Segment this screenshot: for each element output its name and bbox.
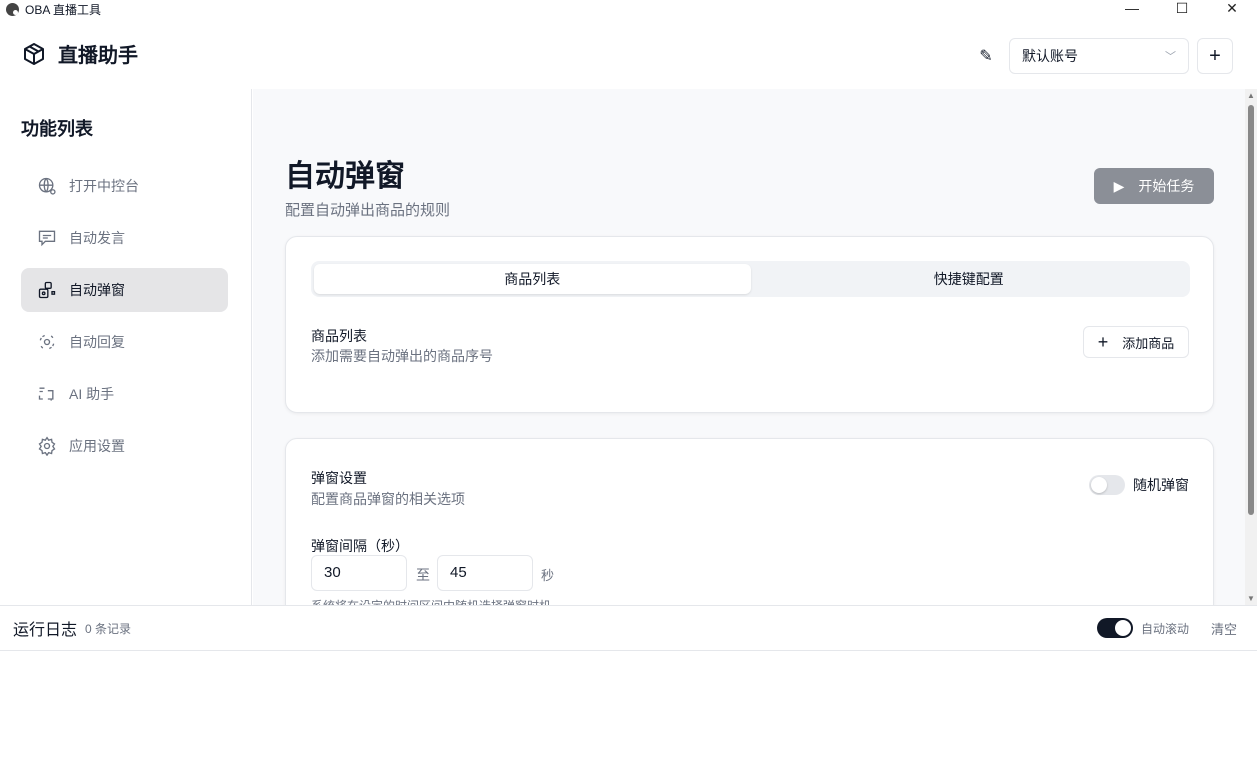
popup-settings-card: 弹窗设置 配置商品弹窗的相关选项 随机弹窗 弹窗间隔（秒） 30 至 45 秒 … (285, 438, 1214, 605)
app-header: 直播助手 ✎ 默认账号 ﹀ + (0, 18, 1257, 89)
log-title: 运行日志 (13, 622, 78, 639)
sidebar-item-label: 应用设置 (69, 438, 125, 454)
close-button[interactable]: ✕ (1207, 0, 1257, 16)
tab-shortcut-config[interactable]: 快捷键配置 (751, 264, 1188, 294)
sidebar-item-auto-reply[interactable]: 自动回复 (21, 320, 228, 364)
settings-title: 弹窗设置 (311, 470, 367, 486)
settings-desc: 配置商品弹窗的相关选项 (311, 491, 465, 507)
tab-bar: 商品列表 快捷键配置 (311, 261, 1190, 297)
add-product-label: 添加商品 (1122, 335, 1175, 351)
maximize-button[interactable]: ☐ (1157, 0, 1207, 16)
account-value: 默认账号 (1022, 48, 1078, 64)
popup-icon (38, 281, 56, 299)
tab-product-list[interactable]: 商品列表 (314, 264, 751, 294)
auto-scroll-toggle[interactable] (1096, 618, 1133, 638)
sidebar-item-console[interactable]: 打开中控台 (21, 164, 228, 208)
start-task-button[interactable]: ▶ 开始任务 (1094, 168, 1214, 204)
sidebar-item-auto-speak[interactable]: 自动发言 (21, 216, 228, 260)
title-bar: OBA 直播工具 — ☐ ✕ (0, 0, 1257, 18)
product-list-title: 商品列表 (311, 328, 367, 344)
sidebar: 功能列表 打开中控台 自动发言 自动弹窗 自动回复 AI 助手 应用设置 (0, 89, 252, 605)
play-icon: ▶ (1113, 177, 1125, 194)
add-product-button[interactable]: + 添加商品 (1083, 326, 1189, 358)
product-list-desc: 添加需要自动弹出的商品序号 (311, 348, 493, 364)
brand-title: 直播助手 (58, 45, 138, 67)
account-select[interactable]: 默认账号 ﹀ (1009, 38, 1189, 74)
log-panel-header: 运行日志 0 条记录 自动滚动 清空 (0, 605, 1257, 651)
sidebar-item-label: AI 助手 (69, 386, 115, 402)
add-account-button[interactable]: + (1197, 38, 1233, 74)
random-popup-label: 随机弹窗 (1133, 477, 1189, 493)
sidebar-item-auto-popup[interactable]: 自动弹窗 (21, 268, 228, 312)
plus-icon: + (1097, 331, 1109, 352)
interval-max-input[interactable]: 45 (437, 555, 533, 591)
sidebar-item-label: 自动回复 (69, 334, 125, 350)
main-content: 自动弹窗 配置自动弹出商品的规则 ▶ 开始任务 商品列表 快捷键配置 商品列表 … (253, 89, 1245, 605)
page-subtitle: 配置自动弹出商品的规则 (285, 202, 451, 219)
edit-account-icon[interactable]: ✎ (971, 46, 1001, 66)
minimize-button[interactable]: — (1107, 0, 1157, 16)
message-icon (38, 230, 56, 247)
gear-icon (38, 436, 56, 456)
sidebar-title: 功能列表 (21, 119, 93, 139)
main-scrollbar[interactable]: ▲ ▼ (1245, 89, 1257, 605)
sidebar-item-settings[interactable]: 应用设置 (21, 424, 228, 468)
sidebar-item-label: 自动发言 (69, 230, 125, 246)
sidebar-item-label: 打开中控台 (69, 178, 139, 194)
interval-hint: 系统将在设定的时间区间内随机选择弹窗时机 (311, 597, 551, 605)
auto-scroll-label: 自动滚动 (1140, 621, 1189, 636)
globe-icon (38, 177, 56, 195)
chevron-down-icon: ﹀ (1165, 51, 1176, 63)
package-icon (24, 42, 44, 65)
start-task-label: 开始任务 (1138, 178, 1195, 194)
to-label: 至 (416, 567, 430, 583)
interval-min-input[interactable]: 30 (311, 555, 407, 591)
log-count: 0 条记录 (85, 621, 132, 636)
clear-log-button[interactable]: 清空 (1211, 619, 1237, 638)
ai-icon (38, 387, 54, 401)
page-title: 自动弹窗 (285, 160, 405, 193)
random-popup-toggle[interactable] (1089, 475, 1125, 495)
interval-label: 弹窗间隔（秒） (311, 538, 409, 554)
orbit-icon (39, 334, 55, 350)
product-card: 商品列表 快捷键配置 商品列表 添加需要自动弹出的商品序号 + 添加商品 (285, 236, 1214, 413)
sidebar-item-ai-assistant[interactable]: AI 助手 (21, 372, 228, 416)
app-logo-icon (6, 2, 19, 16)
window-title: OBA 直播工具 (25, 2, 102, 17)
unit-label: 秒 (541, 568, 555, 583)
sidebar-item-label: 自动弹窗 (69, 282, 125, 298)
